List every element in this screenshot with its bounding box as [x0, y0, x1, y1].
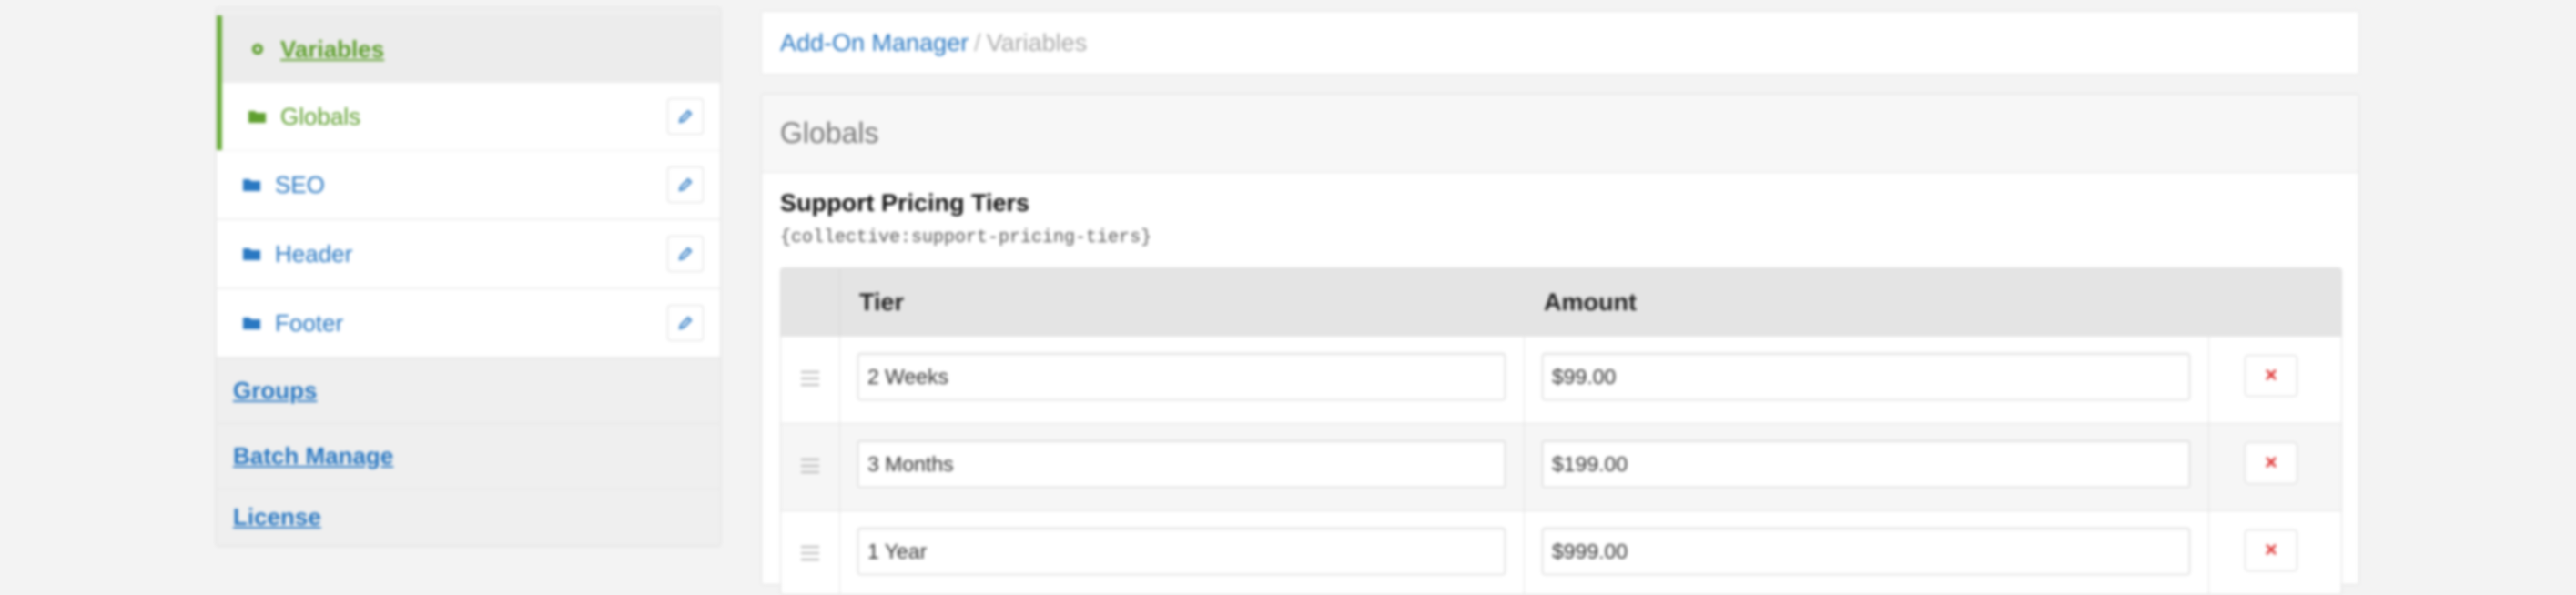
amount-column-header: Amount [1544, 287, 1637, 316]
folder-icon [242, 316, 262, 330]
folder-icon [242, 177, 262, 192]
amount-input[interactable] [1542, 440, 2190, 488]
breadcrumb-root-link[interactable]: Add-On Manager [780, 29, 969, 57]
delete-row-button[interactable]: × [2245, 355, 2297, 397]
sidebar: Variables Globals SEO Header Footer Grou… [216, 7, 721, 546]
breadcrumb: Add-On Manager / Variables [761, 11, 2359, 75]
variables-panel: Globals Support Pricing Tiers {collectiv… [761, 94, 2359, 595]
tier-input[interactable] [857, 353, 1506, 400]
license-link[interactable]: License [233, 503, 321, 531]
app-page: Variables Globals SEO Header Footer Grou… [0, 0, 2576, 595]
edit-header-button[interactable] [667, 236, 704, 272]
variable-name: Support Pricing Tiers [780, 189, 1030, 217]
close-icon: × [2264, 538, 2277, 562]
sidebar-item-label: Variables [280, 35, 385, 63]
close-icon: × [2264, 450, 2277, 475]
drag-handle-icon[interactable] [801, 371, 819, 386]
pencil-icon [678, 247, 693, 261]
sidebar-item-globals[interactable]: Globals [217, 83, 720, 150]
drag-handle-icon[interactable] [801, 546, 819, 560]
sidebar-item-footer[interactable]: Footer [217, 289, 720, 357]
table-row: × [781, 510, 2341, 594]
sidebar-item-label: SEO [275, 170, 325, 198]
folder-icon [242, 247, 262, 261]
pricing-tiers-table: Tier Amount × × [780, 267, 2342, 595]
tier-input[interactable] [857, 528, 1506, 575]
tier-input[interactable] [857, 440, 1506, 488]
edit-footer-button[interactable] [667, 305, 704, 341]
variable-tag: {collective:support-pricing-tiers} [780, 227, 1152, 248]
table-row: × [781, 336, 2341, 424]
panel-title: Globals [762, 95, 2358, 173]
delete-row-button[interactable]: × [2245, 529, 2297, 571]
edit-seo-button[interactable] [667, 166, 704, 203]
gear-icon [248, 42, 268, 56]
pencil-icon [678, 316, 693, 330]
pencil-icon [678, 109, 693, 124]
handle-column-header [781, 268, 840, 336]
sidebar-item-label: Footer [275, 308, 344, 337]
sidebar-link-license[interactable]: License [217, 489, 720, 545]
batch-manage-link[interactable]: Batch Manage [233, 442, 393, 470]
sidebar-item-seo[interactable]: SEO [217, 151, 720, 218]
amount-input[interactable] [1542, 528, 2190, 575]
edit-globals-button[interactable] [667, 98, 704, 135]
sidebar-link-batch-manage[interactable]: Batch Manage [217, 423, 720, 489]
breadcrumb-current: Variables [986, 28, 1088, 56]
groups-link[interactable]: Groups [233, 377, 317, 405]
sidebar-item-variables[interactable]: Variables [217, 15, 720, 83]
sidebar-item-label: Header [275, 239, 353, 267]
amount-input[interactable] [1542, 353, 2190, 400]
drag-handle-icon[interactable] [801, 459, 819, 473]
table-header: Tier Amount [781, 268, 2341, 336]
pencil-icon [678, 177, 693, 192]
folder-open-icon [248, 109, 268, 124]
sidebar-link-groups[interactable]: Groups [217, 358, 720, 423]
delete-row-button[interactable]: × [2245, 442, 2297, 484]
table-row: × [781, 423, 2341, 511]
sidebar-item-header[interactable]: Header [217, 220, 720, 287]
tier-column-header: Tier [859, 287, 905, 316]
sidebar-item-label: Globals [280, 102, 361, 130]
close-icon: × [2264, 363, 2277, 388]
breadcrumb-separator: / [974, 28, 981, 56]
